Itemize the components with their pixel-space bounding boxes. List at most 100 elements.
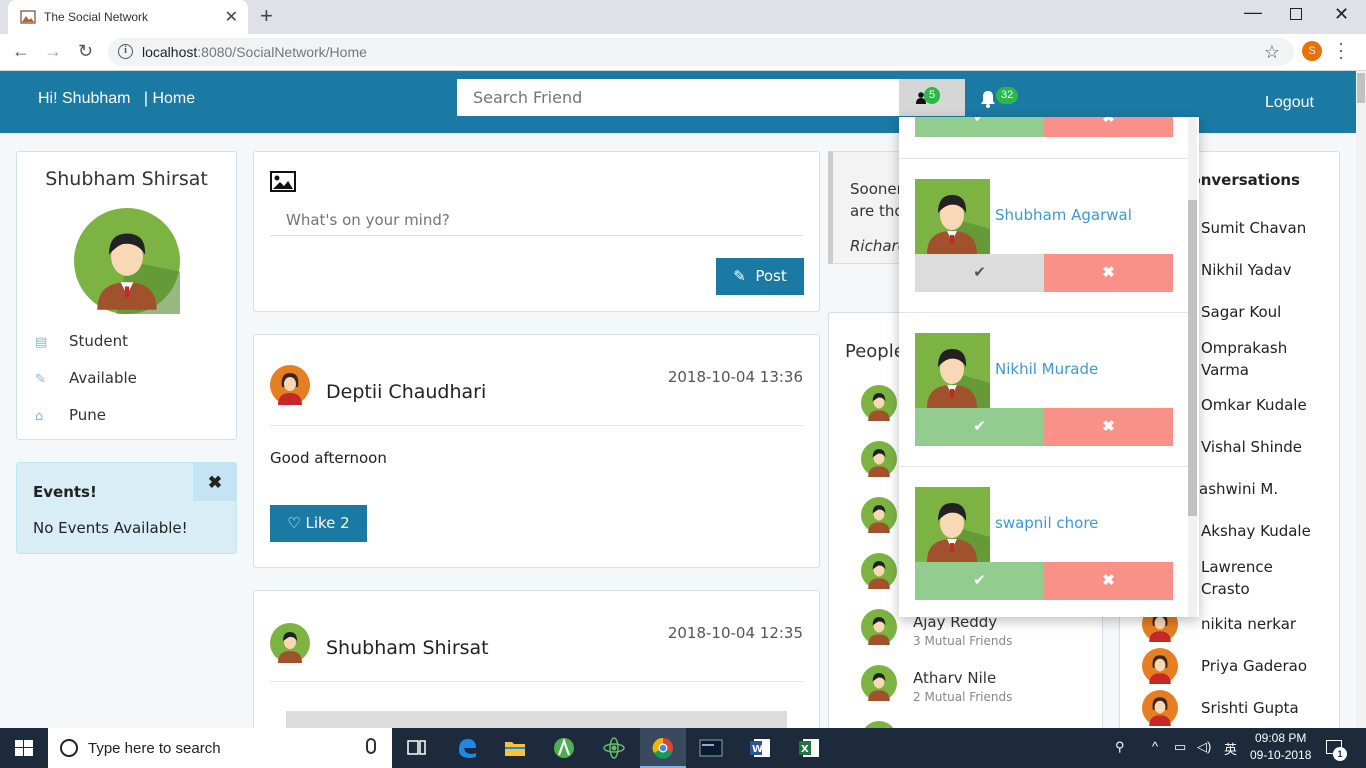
friend-search-input[interactable] [457, 79, 899, 116]
browser-tab[interactable]: The Social Network ✕ [8, 0, 248, 34]
browser-menu-icon[interactable]: · · · [1338, 34, 1344, 66]
android-studio-icon[interactable] [552, 736, 576, 760]
person-avatar[interactable] [861, 665, 897, 701]
post-input[interactable] [270, 204, 803, 236]
people-tray-icon[interactable]: ⚲ [1115, 739, 1125, 755]
image-upload-icon[interactable] [270, 171, 296, 192]
person-avatar [861, 385, 897, 421]
conversation-item[interactable]: Lawrence Crasto [1201, 556, 1281, 600]
chrome-icon[interactable] [651, 736, 675, 760]
conversation-item[interactable]: Priya Gaderao [1201, 655, 1331, 677]
excel-icon[interactable]: X [797, 736, 821, 760]
dropdown-scrollbar[interactable] [1188, 117, 1197, 617]
bell-icon[interactable] [980, 90, 996, 108]
friend-requests-button[interactable]: 5 [899, 79, 965, 116]
profile-card: Shubham Shirsat ▤ Student ✎ Available ⌂ Pun… [16, 151, 237, 440]
accept-button[interactable]: ✔ [915, 408, 1044, 446]
mutual-friends: 3 Mutual Friends [913, 634, 1013, 648]
events-panel: ✖ Events! No Events Available! [16, 462, 237, 554]
requester-avatar [915, 179, 990, 254]
request-separator [899, 466, 1188, 467]
page-scrollbar-thumb[interactable] [1357, 73, 1365, 103]
request-separator [899, 158, 1188, 159]
tab-close-icon[interactable]: ✕ [225, 7, 238, 27]
network-icon[interactable]: ▭ [1174, 739, 1186, 755]
browser-tabstrip: The Social Network ✕ + — ✕ [0, 0, 1366, 34]
pencil-icon: ✎ [733, 267, 746, 285]
bookmark-star-icon[interactable]: ☆ [1264, 42, 1280, 63]
taskbar-search[interactable]: Type here to search [48, 728, 392, 768]
conversation-item[interactable]: Akshay Kudale [1201, 520, 1331, 542]
requester-name[interactable]: swapnil chore [995, 514, 1098, 532]
notification-badge: 32 [996, 87, 1019, 104]
new-tab-icon[interactable]: + [260, 3, 273, 29]
home-link[interactable]: | Home [144, 90, 195, 107]
post-author[interactable]: Shubham Shirsat [326, 637, 489, 659]
person-avatar [861, 497, 897, 533]
show-hidden-icons[interactable]: ^ [1152, 739, 1158, 754]
requester-name[interactable]: Shubham Agarwal [995, 206, 1132, 224]
reload-icon[interactable]: ↻ [78, 41, 93, 62]
conversation-item[interactable]: Omprakash Varma [1201, 337, 1291, 381]
browser-profile-avatar[interactable]: S [1302, 41, 1322, 61]
requester-name[interactable]: Nikhil Murade [995, 360, 1098, 378]
reject-button[interactable]: ✖ [1044, 117, 1173, 137]
accept-button[interactable]: ✔ [915, 562, 1044, 600]
conversation-item[interactable]: Vishal Shinde [1201, 436, 1331, 458]
accept-button[interactable]: ✔ [915, 254, 1044, 292]
taskbar-time[interactable]: 09:08 PM [1255, 731, 1306, 745]
person-avatar[interactable] [861, 609, 897, 645]
conversation-item[interactable]: Nikhil Yadav [1201, 259, 1331, 281]
edge-icon[interactable] [455, 736, 479, 760]
ime-icon[interactable]: 英 [1224, 739, 1237, 758]
events-message: No Events Available! [33, 519, 188, 537]
conversation-item[interactable]: Sagar Koul [1201, 301, 1331, 323]
person-name[interactable]: Atharv Nile [913, 669, 996, 687]
post-author[interactable]: Deptii Chaudhari [326, 381, 486, 403]
reject-button[interactable]: ✖ [1044, 562, 1173, 600]
post-text: Good afternoon [270, 449, 387, 467]
accept-button[interactable]: ✔ [915, 117, 1044, 137]
file-explorer-icon[interactable] [503, 736, 527, 760]
volume-icon[interactable]: ◁) [1197, 739, 1211, 755]
post-button[interactable]: ✎ Post [716, 258, 804, 295]
task-view-icon[interactable] [405, 736, 429, 760]
reject-button[interactable]: ✖ [1044, 254, 1173, 292]
microphone-icon[interactable] [366, 738, 376, 754]
person-avatar [861, 441, 897, 477]
post-time: 2018-10-04 12:35 [667, 624, 803, 642]
word-icon[interactable]: W [748, 736, 772, 760]
svg-text:W: W [752, 744, 763, 755]
like-button[interactable]: ♡ Like 2 [270, 505, 367, 542]
logout-link[interactable]: Logout [1265, 94, 1314, 112]
id-card-icon: ▤ [35, 335, 48, 350]
windows-start-icon[interactable] [15, 740, 33, 756]
conversation-item[interactable]: Srishti Gupta [1201, 697, 1331, 719]
events-title: Events! [33, 483, 97, 501]
windows-taskbar: Type here to search W X ⚲ ^ ▭ ◁) 英 09:08… [0, 728, 1366, 768]
requester-avatar [915, 487, 990, 562]
conversation-item[interactable]: Sumit Chavan [1201, 217, 1331, 239]
window-close-icon[interactable]: ✕ [1334, 4, 1349, 25]
reject-button[interactable]: ✖ [1044, 408, 1173, 446]
request-separator [899, 312, 1188, 313]
atom-icon[interactable] [602, 736, 626, 760]
window-maximize-icon[interactable] [1290, 8, 1302, 20]
conversation-item[interactable]: ashwini M. [1199, 478, 1329, 500]
mysql-workbench-icon[interactable] [699, 736, 723, 760]
conversation-item[interactable]: Omkar Kudale [1201, 394, 1331, 416]
heart-icon: ♡ [287, 514, 301, 532]
forward-icon[interactable]: → [44, 41, 62, 62]
dropdown-scrollbar-thumb[interactable] [1188, 200, 1197, 516]
home-icon: ⌂ [35, 409, 44, 424]
conversation-item[interactable]: nikita nerkar [1201, 613, 1331, 635]
site-info-icon[interactable]: i [118, 44, 133, 59]
window-minimize-icon[interactable]: — [1244, 2, 1262, 23]
taskbar-date[interactable]: 09-10-2018 [1250, 748, 1311, 762]
profile-city: ⌂ Pune [35, 406, 107, 424]
page-scrollbar[interactable] [1356, 71, 1366, 728]
back-icon[interactable]: ← [12, 41, 30, 62]
cortana-icon [60, 739, 78, 757]
events-close-icon[interactable]: ✖ [193, 463, 237, 501]
address-bar[interactable]: i localhost:8080/SocialNetwork/Home ☆ [108, 38, 1294, 66]
